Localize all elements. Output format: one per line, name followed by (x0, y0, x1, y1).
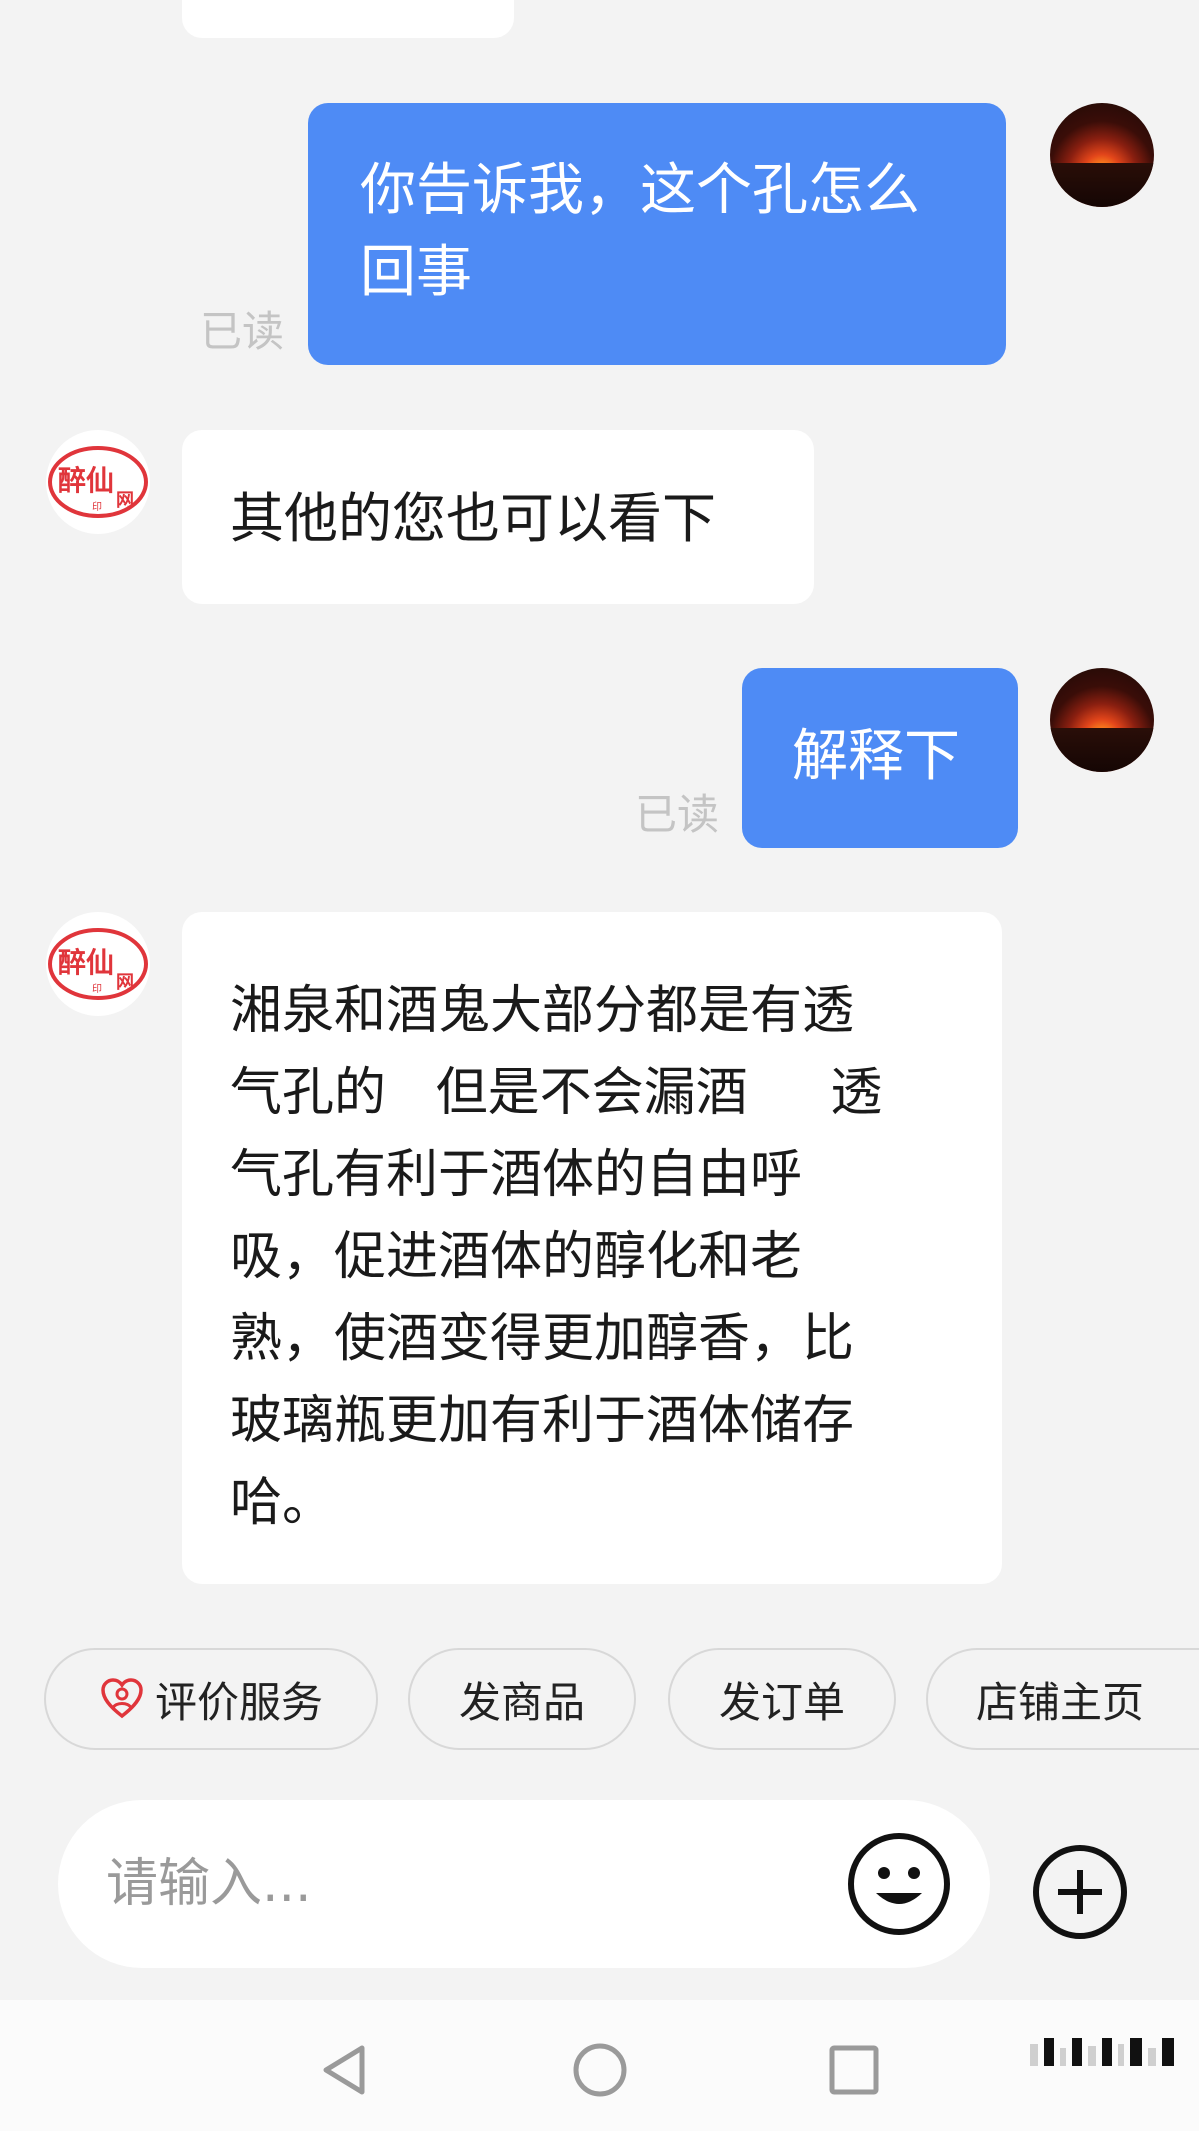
shop-logo-subtext: 网 (116, 490, 134, 511)
recents-square-icon[interactable] (824, 2040, 884, 2100)
shop-logo-subtext: 网 (116, 972, 134, 993)
system-navigation-bar (0, 2000, 1199, 2131)
plus-circle-icon[interactable] (1030, 1842, 1130, 1942)
quick-actions-bar: 评价服务 发商品 发订单 店铺主页 (0, 1648, 1199, 1754)
incoming-message-bubble[interactable]: 湘泉和酒鬼大部分都是有透 气孔的 但是不会漏酒 透 气孔有利于酒体的自由呼 吸，… (182, 912, 1002, 1584)
smiley-icon[interactable] (846, 1831, 952, 1937)
chip-label: 发商品 (458, 1677, 585, 1727)
message-text: 湘泉和酒鬼大部分都是有透 气孔的 但是不会漏酒 透 气孔有利于酒体的自由呼 吸，… (230, 981, 883, 1533)
send-order-chip[interactable]: 发订单 (668, 1648, 896, 1750)
shop-logo-icon: 醉仙 网 印 (48, 928, 148, 1000)
shop-logo-icon: 醉仙 网 印 (48, 446, 148, 518)
chip-label: 发订单 (718, 1677, 845, 1727)
previous-message-bubble (182, 0, 514, 38)
rate-service-chip[interactable]: 评价服务 (44, 1648, 378, 1750)
user-avatar[interactable] (1050, 103, 1154, 207)
shop-avatar[interactable]: 醉仙 网 印 (46, 430, 150, 534)
message-text: 其他的您也可以看下 (230, 487, 716, 550)
outgoing-message-bubble[interactable]: 解释下 (742, 668, 1018, 848)
read-status: 已读 (635, 790, 720, 839)
outgoing-message-bubble[interactable]: 你告诉我，这个孔怎么 回事 (308, 103, 1006, 365)
shop-avatar[interactable]: 醉仙 网 印 (46, 912, 150, 1016)
back-triangle-icon[interactable] (316, 2040, 376, 2100)
watermark-bars (1030, 2038, 1174, 2066)
message-input[interactable]: 请输入... (58, 1800, 990, 1968)
shop-logo-text: 醉仙 (58, 464, 114, 497)
home-circle-icon[interactable] (570, 2040, 630, 2100)
heart-person-icon (101, 1678, 143, 1719)
shop-logo-seal: 印 (92, 983, 102, 995)
shop-logo-seal: 印 (92, 501, 102, 513)
message-text: 你告诉我，这个孔怎么 回事 (360, 158, 920, 305)
read-status: 已读 (200, 307, 285, 356)
shop-logo-text: 醉仙 (58, 946, 114, 979)
user-avatar[interactable] (1050, 668, 1154, 772)
incoming-message-bubble[interactable]: 其他的您也可以看下 (182, 430, 814, 604)
input-placeholder: 请输入... (106, 1854, 312, 1914)
send-product-chip[interactable]: 发商品 (408, 1648, 636, 1750)
message-text: 解释下 (792, 724, 960, 789)
shop-home-chip[interactable]: 店铺主页 (926, 1648, 1199, 1750)
chip-label: 评价服务 (154, 1677, 323, 1727)
chip-label: 店铺主页 (976, 1677, 1145, 1727)
